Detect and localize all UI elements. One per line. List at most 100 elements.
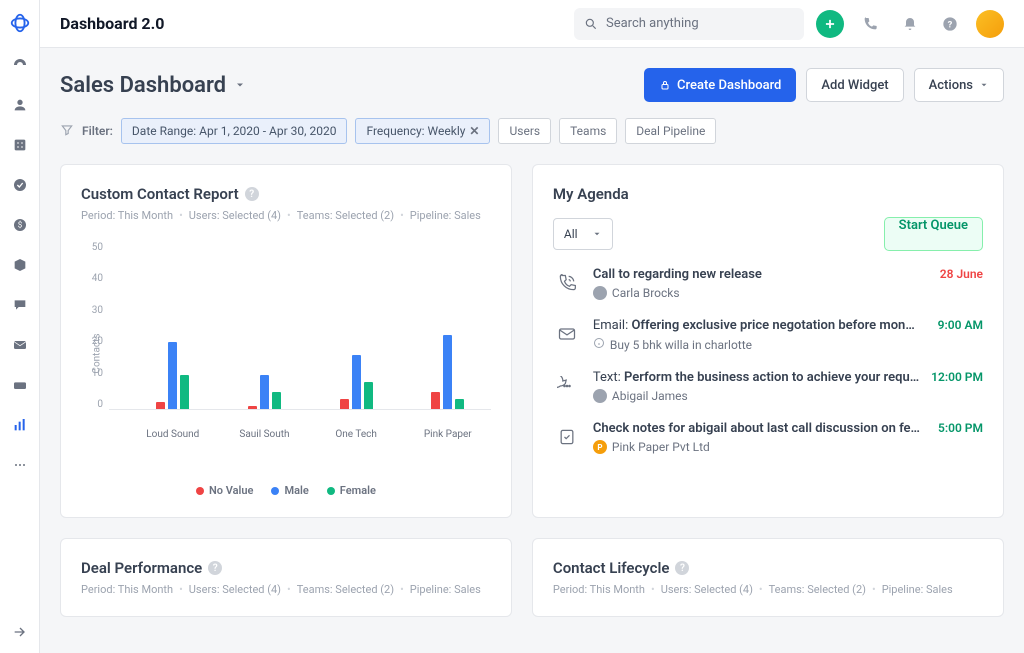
agenda-item-time: 28 June	[940, 267, 983, 281]
chevron-down-icon[interactable]	[234, 76, 246, 95]
nav-mail-icon[interactable]	[11, 336, 29, 354]
x-axis-label: Sauil South	[239, 429, 289, 440]
search-placeholder: Search anything	[606, 16, 699, 31]
bar	[340, 399, 349, 409]
lock-icon	[659, 79, 671, 91]
bar-group	[338, 355, 374, 409]
card-title: Deal Performance	[81, 559, 202, 577]
bar	[260, 375, 269, 409]
agenda-item[interactable]: Text: Perform the business action to ach…	[553, 370, 983, 403]
agenda-item-sub: Abigail James	[593, 389, 919, 403]
bell-icon[interactable]	[896, 10, 924, 38]
agenda-item-sub: PPink Paper Pvt Ltd	[593, 440, 926, 454]
nav-deals-icon[interactable]: $	[11, 216, 29, 234]
create-dashboard-button[interactable]: Create Dashboard	[644, 68, 796, 102]
text-icon	[553, 372, 581, 400]
chart-legend: No Value Male Female	[81, 484, 491, 497]
agenda-item-time: 9:00 AM	[938, 318, 983, 332]
bar	[352, 355, 361, 409]
help-icon[interactable]: ?	[208, 561, 222, 575]
chevron-down-icon	[979, 80, 989, 90]
svg-text:?: ?	[948, 19, 953, 30]
card-agenda: My Agenda All Start Queue Call to regard…	[532, 164, 1004, 518]
search-icon	[584, 17, 598, 31]
topbar: Dashboard 2.0 Search anything ?	[40, 0, 1024, 48]
filter-icon[interactable]	[60, 123, 74, 140]
nav-cards-icon[interactable]	[11, 376, 29, 394]
bar	[180, 375, 189, 409]
nav-messages-icon[interactable]	[11, 296, 29, 314]
mail-icon	[553, 320, 581, 348]
nav-analytics-icon[interactable]	[11, 416, 29, 434]
agenda-item-title: Text: Perform the business action to ach…	[593, 370, 919, 385]
page-title: Sales Dashboard	[60, 73, 226, 98]
agenda-item-sub: Carla Brocks	[593, 286, 928, 300]
nav-tasks-icon[interactable]	[11, 176, 29, 194]
card-title: Custom Contact Report	[81, 185, 239, 203]
nav-contacts-icon[interactable]	[11, 96, 29, 114]
nav-dashboard-icon[interactable]	[11, 56, 29, 74]
card-contact-report: Custom Contact Report ? Period: This Mon…	[60, 164, 512, 518]
x-axis-label: Pink Paper	[424, 429, 472, 440]
app-logo	[9, 12, 31, 34]
agenda-item-title: Email: Offering exclusive price negotati…	[593, 318, 926, 333]
bar	[272, 392, 281, 409]
filter-chip-frequency[interactable]: Frequency: Weekly✕	[355, 118, 490, 144]
bar	[364, 382, 373, 409]
y-axis-label: Contacts	[92, 333, 103, 373]
actions-button[interactable]: Actions	[914, 68, 1004, 102]
filter-chip-users[interactable]: Users	[498, 118, 551, 144]
note-icon	[553, 423, 581, 451]
chevron-down-icon	[592, 229, 602, 239]
card-title: My Agenda	[553, 185, 629, 203]
help-icon[interactable]: ?	[675, 561, 689, 575]
nav-companies-icon[interactable]	[11, 136, 29, 154]
agenda-item-title: Check notes for abigail about last call …	[593, 421, 926, 436]
agenda-item[interactable]: Call to regarding new release Carla Brock…	[553, 267, 983, 300]
agenda-item-title: Call to regarding new release	[593, 267, 928, 282]
bar	[431, 392, 440, 409]
app-title: Dashboard 2.0	[60, 14, 164, 33]
filter-bar: Filter: Date Range: Apr 1, 2020 - Apr 30…	[60, 118, 1004, 144]
help-icon[interactable]: ?	[245, 187, 259, 201]
nav-collapse-icon[interactable]	[11, 623, 29, 641]
filter-chip-teams[interactable]: Teams	[559, 118, 617, 144]
chart: Contacts 50403020100 Loud SoundSauil Sou…	[81, 242, 491, 452]
agenda-item-sub: Buy 5 bhk willa in charlotte	[593, 337, 926, 352]
user-avatar[interactable]	[976, 10, 1004, 38]
bar	[248, 406, 257, 409]
bar	[168, 342, 177, 409]
add-widget-button[interactable]: Add Widget	[806, 68, 903, 102]
add-button[interactable]	[816, 10, 844, 38]
bar	[455, 399, 464, 409]
start-queue-button[interactable]: Start Queue	[884, 217, 983, 251]
help-icon[interactable]: ?	[936, 10, 964, 38]
filter-chip-pipeline[interactable]: Deal Pipeline	[625, 118, 716, 144]
agenda-item-time: 5:00 PM	[938, 421, 983, 435]
x-axis-label: One Tech	[335, 429, 377, 440]
agenda-filter-select[interactable]: All	[553, 218, 613, 250]
card-title: Contact Lifecycle	[553, 559, 670, 577]
left-nav: $	[0, 0, 40, 653]
search-input[interactable]: Search anything	[574, 8, 804, 40]
agenda-item[interactable]: Check notes for abigail about last call …	[553, 421, 983, 454]
card-deal-performance: Deal Performance ? Period: This Month Us…	[60, 538, 512, 617]
filter-label: Filter:	[82, 124, 113, 138]
bar	[156, 402, 165, 409]
phone-icon[interactable]	[856, 10, 884, 38]
agenda-item[interactable]: Email: Offering exclusive price negotati…	[553, 318, 983, 352]
phone-icon	[553, 269, 581, 297]
x-axis-label: Loud Sound	[146, 429, 199, 440]
svg-text:$: $	[17, 221, 22, 230]
agenda-item-time: 12:00 PM	[931, 370, 983, 384]
nav-products-icon[interactable]	[11, 256, 29, 274]
filter-chip-daterange[interactable]: Date Range: Apr 1, 2020 - Apr 30, 2020	[121, 118, 348, 144]
card-contact-lifecycle: Contact Lifecycle ? Period: This Month U…	[532, 538, 1004, 617]
content-area: Sales Dashboard Create Dashboard Add Wid…	[40, 48, 1024, 653]
bar	[443, 335, 452, 409]
close-icon[interactable]: ✕	[469, 124, 479, 138]
nav-more-icon[interactable]	[11, 456, 29, 474]
bar-group	[155, 342, 191, 409]
bar-group	[246, 375, 282, 409]
bar-group	[430, 335, 466, 409]
